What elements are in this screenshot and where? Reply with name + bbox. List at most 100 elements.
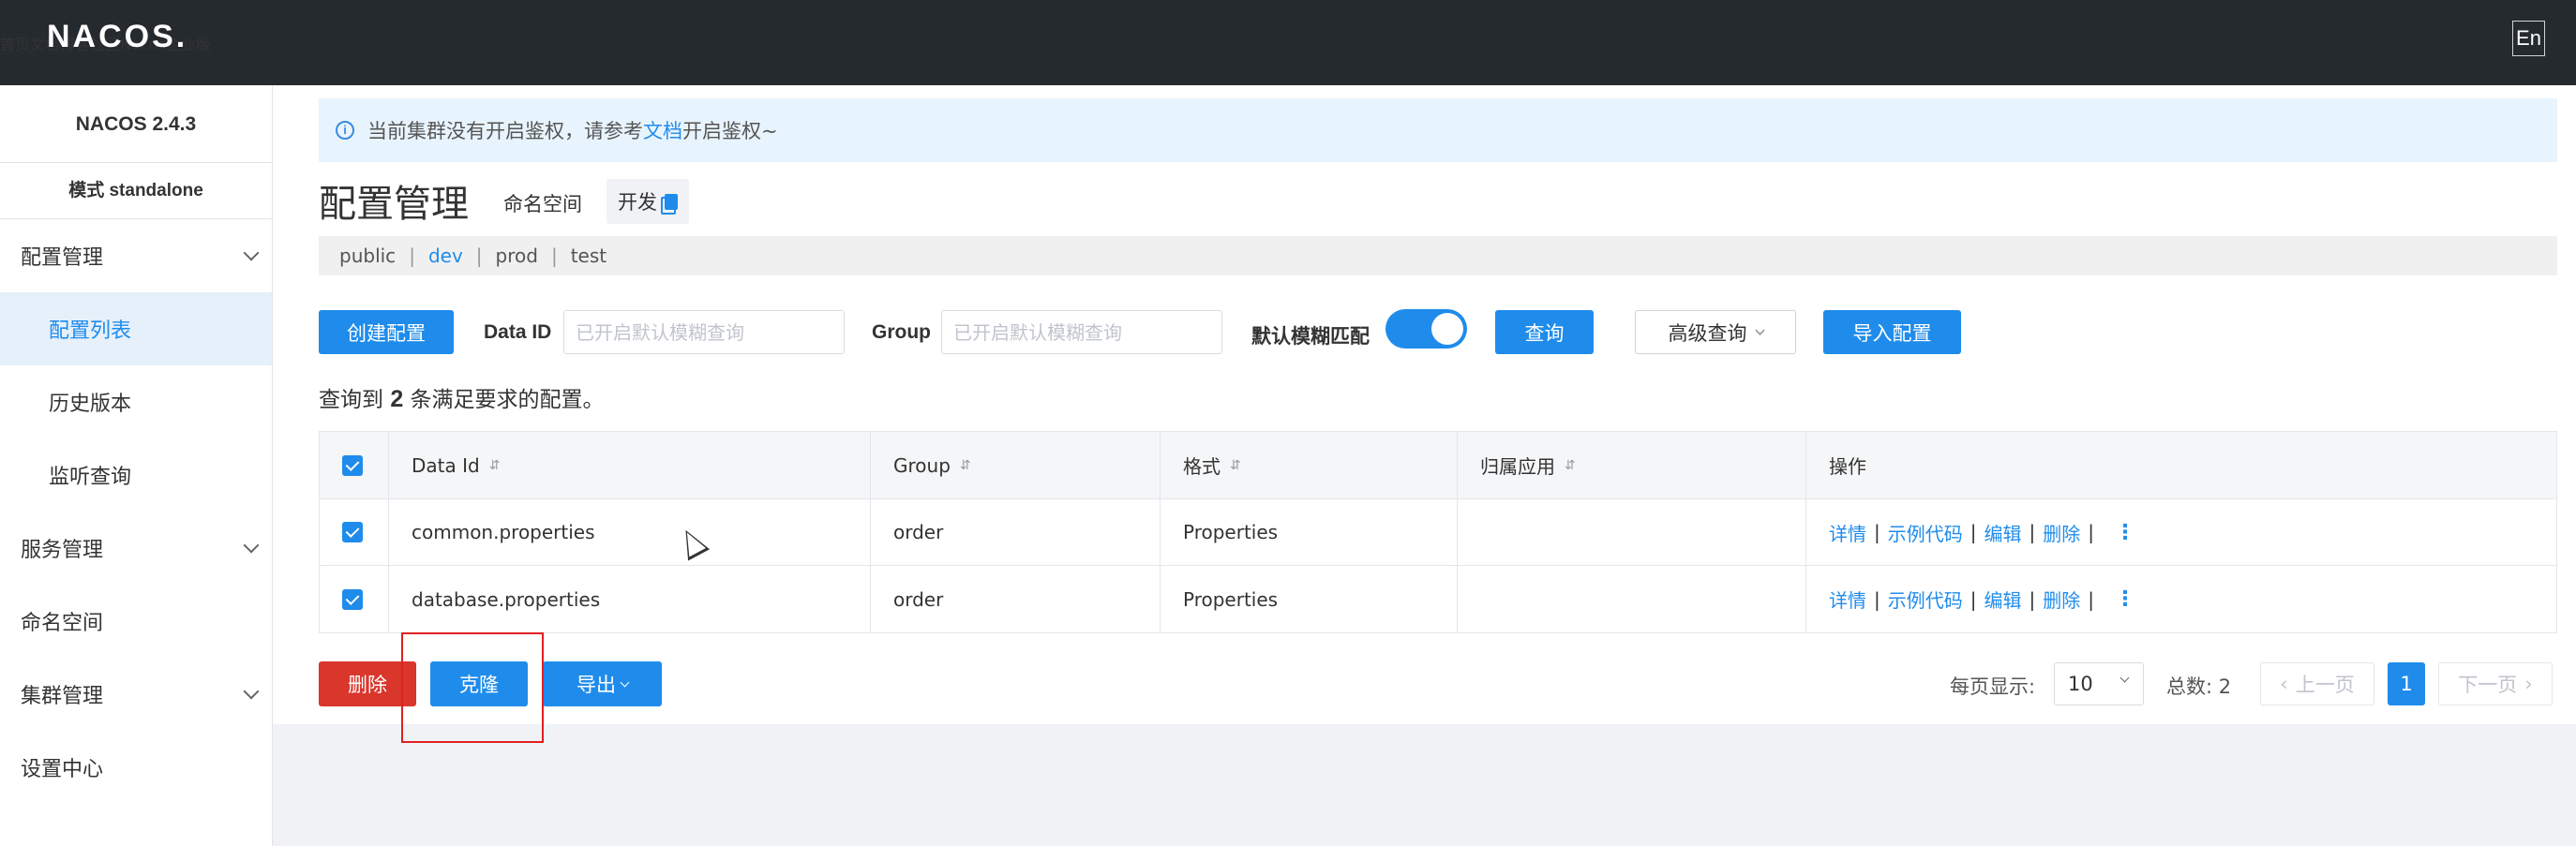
sidebar-item-settings[interactable]: 设置中心 [0,731,272,804]
column-label: 格式 [1183,455,1221,478]
group-label: Group [872,321,931,343]
sidebar-mode: 模式 standalone [0,163,272,219]
cell-operations: 详情 | 示例代码 | 编辑 | 删除 | ⋮ [1806,566,2556,632]
advanced-query-button[interactable]: 高级查询 [1635,310,1796,354]
page-title: 配置管理 [319,183,469,226]
copy-icon[interactable] [661,193,678,215]
delete-link[interactable]: 删除 [2043,586,2080,613]
row-checkbox-cell [320,566,389,632]
export-label: 导出 [577,674,616,696]
language-toggle-button[interactable]: En [2512,21,2545,56]
next-page-label: 下一页 [2458,674,2518,696]
namespace-separator: | [550,245,558,267]
column-format[interactable]: 格式 ⇵ [1161,432,1458,498]
sidebar-version: NACOS 2.4.3 [0,85,272,163]
sidebar-item-label: 集群管理 [21,685,104,708]
create-config-button[interactable]: 创建配置 [319,310,454,354]
edit-link[interactable]: 编辑 [1984,586,2022,613]
sidebar-item-label: 服务管理 [21,539,104,562]
prev-page-button[interactable]: ‹ 上一页 [2260,662,2374,705]
cell-data-id: common.properties [389,499,871,565]
sort-icon[interactable]: ⇵ [1230,458,1241,473]
select-all-checkbox[interactable] [342,454,363,476]
namespace-link-prod[interactable]: prod [496,245,538,267]
detail-link[interactable]: 详情 [1829,586,1866,613]
table-row[interactable]: common.properties order Properties 详情 | 示… [320,499,2556,566]
op-separator: | [1969,521,1977,543]
highlight-annotation-box [401,632,544,743]
more-vertical-icon[interactable]: ⋮ [2115,521,2135,544]
row-checkbox[interactable] [342,522,363,542]
next-page-button[interactable]: 下一页 › [2438,662,2553,705]
group-input[interactable] [941,310,1222,354]
notice-prefix: 当前集群没有开启鉴权，请参考 [367,120,643,142]
sample-code-link[interactable]: 示例代码 [1888,586,1963,613]
top-header: NACOS. 首页 文档 博客 社区 Nacos企业版 En [0,0,2576,85]
op-separator: | [2029,521,2036,543]
per-page-select[interactable]: 10 [2054,662,2144,705]
sort-icon[interactable]: ⇵ [1565,458,1576,473]
namespace-value: 开发 [618,191,657,214]
sidebar-item-label: 历史版本 [49,393,132,416]
chevron-down-icon [243,683,260,700]
edit-link[interactable]: 编辑 [1984,519,2022,546]
sort-icon[interactable]: ⇵ [489,458,501,473]
sidebar-item-namespace[interactable]: 命名空间 [0,585,272,658]
toggle-knob [1431,313,1463,345]
fuzzy-match-toggle[interactable] [1385,309,1467,349]
sidebar-item-config-list[interactable]: 配置列表 [0,292,272,365]
chevron-down-icon [243,245,260,261]
sidebar-item-label: 配置列表 [49,319,132,343]
cell-operations: 详情 | 示例代码 | 编辑 | 删除 | ⋮ [1806,499,2556,565]
column-app[interactable]: 归属应用 ⇵ [1458,432,1806,498]
table-row[interactable]: database.properties order Properties 详情 |… [320,566,2556,632]
page-number-current[interactable]: 1 [2388,662,2425,705]
column-data-id[interactable]: Data Id ⇵ [389,432,871,498]
sort-icon[interactable]: ⇵ [960,458,971,473]
notice-suffix: 开启鉴权~ [682,120,778,142]
cell-group: order [871,566,1161,632]
cell-app [1458,499,1806,565]
delete-link[interactable]: 删除 [2043,519,2080,546]
nav-home[interactable]: 首页 [0,32,30,54]
namespace-link-dev[interactable]: dev [428,245,463,267]
chevron-right-icon: › [2524,673,2533,695]
detail-link[interactable]: 详情 [1829,519,1866,546]
query-button[interactable]: 查询 [1495,310,1594,354]
sidebar-item-label: 监听查询 [49,466,132,489]
result-summary: 查询到 2 条满足要求的配置。 [319,381,605,413]
more-vertical-icon[interactable]: ⋮ [2115,587,2135,611]
chevron-down-icon [2119,673,2130,683]
import-config-button[interactable]: 导入配置 [1823,310,1961,354]
advanced-query-label: 高级查询 [1668,321,1747,345]
sample-code-link[interactable]: 示例代码 [1888,519,1963,546]
fuzzy-match-label: 默认模糊匹配 [1251,326,1370,348]
info-icon: i [336,121,354,140]
namespace-link-test[interactable]: test [571,245,607,267]
sidebar-item-listener-query[interactable]: 监听查询 [0,438,272,512]
chevron-down-icon [243,537,260,554]
column-label: 归属应用 [1480,455,1555,478]
sidebar-item-label: 设置中心 [21,758,104,781]
sidebar-item-service-management[interactable]: 服务管理 [0,512,272,585]
row-checkbox[interactable] [342,588,363,610]
cell-group: order [871,499,1161,565]
header-checkbox-cell [320,432,389,498]
result-count: 2 [390,386,404,412]
sidebar-item-label: 配置管理 [21,246,104,270]
total-label-text: 总数: [2166,675,2213,698]
op-separator: | [2029,587,2036,611]
cell-app [1458,566,1806,632]
column-group[interactable]: Group ⇵ [871,432,1161,498]
notice-doc-link[interactable]: 文档 [643,116,682,144]
sidebar-item-config-management[interactable]: 配置管理 [0,219,272,292]
namespace-link-public[interactable]: public [339,245,396,267]
dataid-input[interactable] [563,310,845,354]
sidebar-item-history[interactable]: 历史版本 [0,365,272,438]
column-label: 操作 [1829,455,1866,478]
sidebar-item-cluster-management[interactable]: 集群管理 [0,658,272,731]
per-page-value: 10 [2068,673,2093,695]
export-button[interactable]: 导出 [543,661,662,706]
nacos-logo[interactable]: NACOS. [47,19,187,55]
total-label: 总数: 2 [2166,672,2231,700]
